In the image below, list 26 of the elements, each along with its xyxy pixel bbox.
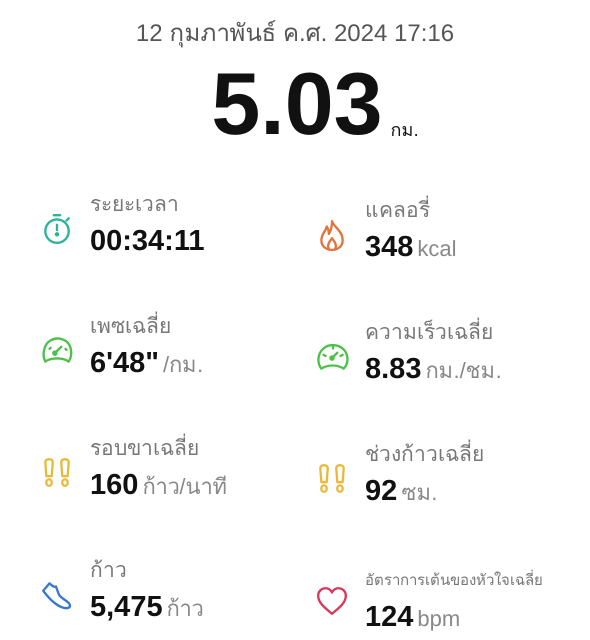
metric-value: 348 (365, 230, 414, 265)
metric-value: 160 (90, 468, 138, 503)
metric-value: 6'48" (90, 346, 160, 381)
metric-value: 5,475 (90, 590, 163, 625)
metric-label: ช่วงก้าวเฉลี่ย (365, 440, 484, 470)
metric-unit: /กม. (163, 351, 204, 379)
metric-unit: กม./ชม. (425, 357, 502, 385)
workout-date: 12 กุมภาพันธ์ ค.ศ. 2024 17:16 (136, 19, 454, 50)
distance-unit: กม. (390, 119, 419, 142)
metric-label: ระยะเวลา (90, 192, 180, 218)
metric-unit: kcal (417, 235, 457, 263)
metric-label: เพซเฉลี่ย (90, 312, 204, 342)
metric-value: 124 (365, 600, 414, 635)
metric-unit: ซม. (401, 479, 438, 507)
metric-unit: ก้าว (166, 595, 204, 623)
metric-value: 00:34:11 (90, 224, 204, 259)
metric-label: ก้าว (90, 558, 128, 584)
metric-unit: bpm (417, 605, 460, 633)
metric-value: 92 (365, 474, 398, 509)
distance-value: 5.03 (211, 60, 383, 148)
metric-unit: ก้าว/นาที (142, 473, 228, 501)
metric-label: อัตราการเต้นของหัวใจเฉลี่ย (365, 566, 543, 596)
metric-value: 8.83 (365, 352, 422, 387)
metric-label: ความเร็วเฉลี่ย (365, 318, 502, 348)
metric-label: แคลอรี่ (365, 196, 457, 226)
metric-label: รอบขาเฉลี่ย (90, 434, 228, 464)
